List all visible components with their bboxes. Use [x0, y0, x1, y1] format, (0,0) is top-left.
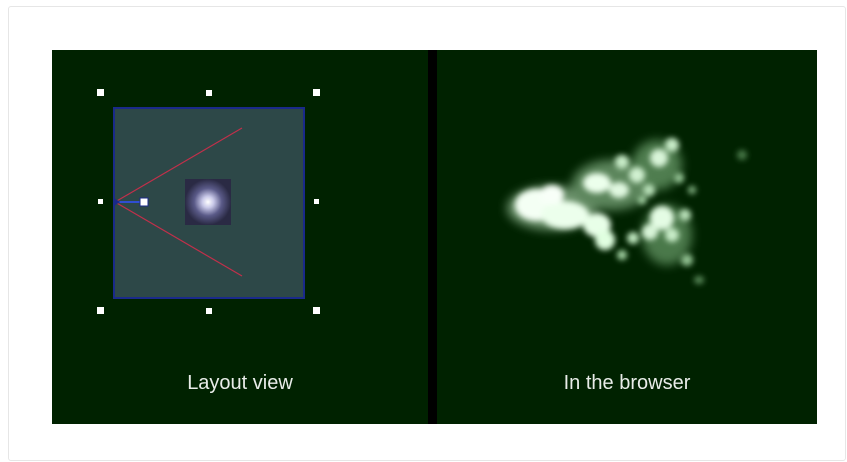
resize-handle-bottom[interactable]: [206, 308, 212, 314]
browser-view-caption: In the browser: [563, 372, 691, 394]
layout-view-caption: Layout view: [187, 372, 293, 394]
resize-handle-top-left[interactable]: [97, 89, 104, 96]
resize-handle-right[interactable]: [314, 199, 319, 204]
direction-handle[interactable]: [139, 197, 149, 207]
resize-handle-left[interactable]: [98, 199, 103, 204]
browser-view-canvas: [507, 138, 747, 284]
panel-divider: [428, 50, 437, 424]
layout-view-canvas: [97, 89, 320, 314]
browser-view-panel: In the browser: [437, 50, 817, 424]
resize-handle-top-right[interactable]: [313, 89, 320, 96]
resize-handle-bottom-left[interactable]: [97, 307, 104, 314]
particle-effect-render: [507, 138, 747, 284]
resize-handle-bottom-right[interactable]: [313, 307, 320, 314]
layout-view-panel: Layout view: [52, 50, 428, 424]
glow-sprite-icon: [185, 179, 231, 225]
resize-handle-top[interactable]: [206, 90, 212, 96]
